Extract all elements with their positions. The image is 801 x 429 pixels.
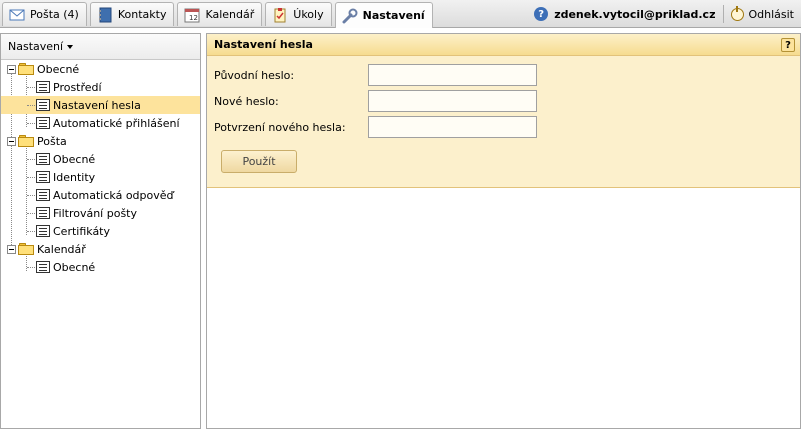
tab-nastaveni[interactable]: Nastavení xyxy=(334,2,433,28)
old-password-input[interactable] xyxy=(368,64,537,86)
tree-folder-label: Kalendář xyxy=(37,242,86,256)
confirm-password-input[interactable] xyxy=(368,116,537,138)
help-icon[interactable]: ? xyxy=(534,7,549,21)
settings-content: Nastavení hesla ? Původní heslo: Nové he… xyxy=(206,33,801,429)
address-book-icon xyxy=(97,7,113,23)
tree-item-label: Automatická odpověď xyxy=(53,188,174,202)
confirm-password-label: Potvrzení nového hesla: xyxy=(214,120,346,134)
tree-item-kalendar-obecne[interactable]: Obecné xyxy=(1,258,200,276)
settings-sidebar: Nastavení Obecné Prostředí Nastavení hes… xyxy=(0,33,201,429)
settings-page-icon xyxy=(36,117,50,129)
logout-label: Odhlásit xyxy=(748,7,794,21)
tree-item-nastaveni-hesla[interactable]: Nastavení hesla xyxy=(1,96,200,114)
tree-item-label: Nastavení hesla xyxy=(53,98,141,112)
old-password-row: Původní heslo: xyxy=(214,64,294,86)
sidebar-title: Nastavení xyxy=(8,40,64,53)
tab-label: Kalendář xyxy=(205,8,255,21)
tree-folder-kalendar[interactable]: Kalendář xyxy=(1,240,200,258)
power-icon xyxy=(731,5,745,21)
tree-item-prostredi[interactable]: Prostředí xyxy=(1,78,200,96)
tab-ukoly[interactable]: Úkoly xyxy=(265,2,332,26)
tree-item-label: Automatické přihlášení xyxy=(53,116,180,130)
new-password-label: Nové heslo: xyxy=(214,94,279,108)
new-password-input[interactable] xyxy=(368,90,537,112)
help-button[interactable]: ? xyxy=(781,38,795,52)
sidebar-menu-button[interactable]: Nastavení xyxy=(1,34,200,60)
tree-folder-label: Obecné xyxy=(37,62,80,76)
collapse-icon[interactable] xyxy=(7,64,16,74)
settings-page-icon xyxy=(36,261,50,273)
settings-page-icon xyxy=(36,81,50,93)
tree-item-posta-obecne[interactable]: Obecné xyxy=(1,150,200,168)
new-password-row: Nové heslo: xyxy=(214,90,279,112)
collapse-icon[interactable] xyxy=(7,244,16,254)
folder-icon xyxy=(18,243,35,255)
settings-tree: Obecné Prostředí Nastavení hesla Automat… xyxy=(1,60,200,276)
top-bar: Pošta (4) Kontakty 12 Kalendář Úkoly Nas… xyxy=(0,0,801,28)
tree-item-label: Prostředí xyxy=(53,80,102,94)
svg-text:12: 12 xyxy=(189,14,198,22)
main-tabs: Pošta (4) Kontakty 12 Kalendář Úkoly Nas… xyxy=(2,2,436,28)
collapse-icon[interactable] xyxy=(7,136,16,146)
folder-icon xyxy=(18,135,35,147)
chevron-down-icon xyxy=(67,44,74,49)
tree-item-label: Filtrování pošty xyxy=(53,206,138,220)
confirm-password-row: Potvrzení nového hesla: xyxy=(214,116,346,138)
tab-label: Kontakty xyxy=(117,8,167,21)
password-settings-panel: Nastavení hesla ? Původní heslo: Nové he… xyxy=(207,34,800,188)
tree-item-automaticka-odpoved[interactable]: Automatická odpověď xyxy=(1,186,200,204)
tasks-icon xyxy=(272,7,288,23)
settings-page-icon xyxy=(36,207,50,219)
mail-icon xyxy=(9,7,25,23)
divider xyxy=(723,5,725,23)
tab-label: Nastavení xyxy=(362,9,425,22)
panel-header: Nastavení hesla xyxy=(207,34,800,56)
tree-folder-label: Pošta xyxy=(37,134,67,148)
settings-page-icon xyxy=(36,171,50,183)
tree-item-label: Obecné xyxy=(53,152,96,166)
tree-folder-obecne[interactable]: Obecné xyxy=(1,60,200,78)
settings-page-icon xyxy=(36,225,50,237)
tree-item-label: Certifikáty xyxy=(53,224,111,238)
settings-page-icon xyxy=(36,189,50,201)
tab-kontakty[interactable]: Kontakty xyxy=(89,2,175,26)
tab-kalendar[interactable]: 12 Kalendář xyxy=(177,2,263,26)
tab-label: Úkoly xyxy=(293,8,324,21)
tab-posta[interactable]: Pošta (4) xyxy=(2,2,87,26)
tree-item-filtrovani-posty[interactable]: Filtrování pošty xyxy=(1,204,200,222)
folder-icon xyxy=(18,63,35,75)
tree-item-certifikaty[interactable]: Certifikáty xyxy=(1,222,200,240)
settings-page-icon xyxy=(36,99,50,111)
tree-item-identity[interactable]: Identity xyxy=(1,168,200,186)
wrench-icon xyxy=(342,8,358,24)
tree-item-label: Obecné xyxy=(53,260,96,274)
panel-title: Nastavení hesla xyxy=(214,38,313,51)
tree-folder-posta[interactable]: Pošta xyxy=(1,132,200,150)
settings-page-icon xyxy=(36,153,50,165)
user-box: ? zdenek.vytocil@priklad.cz Odhlásit xyxy=(534,0,801,28)
tree-item-automaticke-prihlaseni[interactable]: Automatické přihlášení xyxy=(1,114,200,132)
tab-label: Pošta (4) xyxy=(30,8,79,21)
old-password-label: Původní heslo: xyxy=(214,68,295,82)
apply-button[interactable]: Použít xyxy=(221,150,297,173)
user-email: zdenek.vytocil@priklad.cz xyxy=(554,7,716,21)
calendar-icon: 12 xyxy=(184,7,200,23)
logout-button[interactable]: Odhlásit xyxy=(731,5,794,21)
tree-item-label: Identity xyxy=(53,170,96,184)
